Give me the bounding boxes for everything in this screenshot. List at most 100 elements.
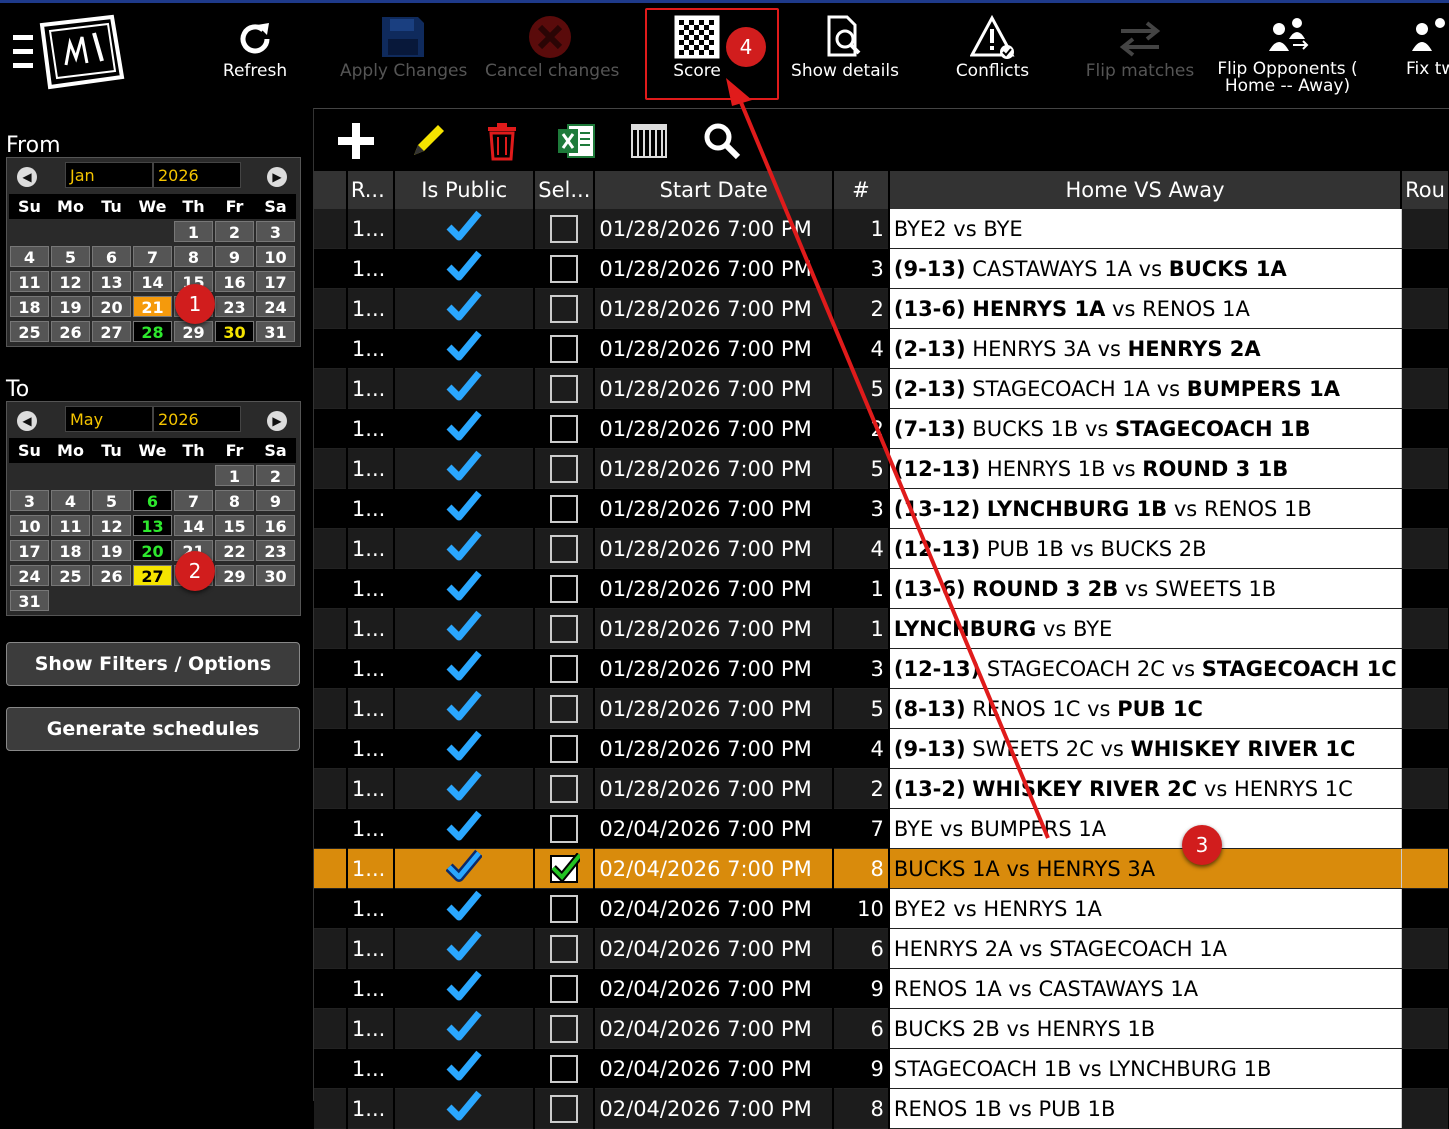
select-cell[interactable] <box>534 968 596 1009</box>
calendar-day[interactable]: 17 <box>256 271 295 292</box>
select-checkbox[interactable] <box>550 774 579 803</box>
home-vs-away-cell[interactable]: (13-6) HENRYS 1A vs RENOS 1A <box>888 288 1402 329</box>
select-checkbox[interactable] <box>550 814 579 843</box>
select-cell[interactable] <box>534 288 596 329</box>
table-row[interactable]: 1... 02/04/2026 7:00 PM 7 BYE vs BUMPERS 1A <box>314 808 1449 849</box>
select-checkbox[interactable] <box>550 574 579 603</box>
home-vs-away-cell[interactable]: (2-13) STAGECOACH 1A vs BUMPERS 1A <box>888 368 1402 409</box>
select-checkbox[interactable] <box>550 334 579 363</box>
column-header-is-public[interactable]: Is Public <box>394 171 536 209</box>
calendar-day[interactable]: 20 <box>133 540 172 561</box>
table-row[interactable]: 1... 01/28/2026 7:00 PM 5 (12-13) HENRYS 1B… <box>314 448 1449 489</box>
calendar-day[interactable]: 16 <box>256 515 295 536</box>
calendar-day[interactable]: 17 <box>10 540 49 561</box>
home-vs-away-cell[interactable]: STAGECOACH 1B vs LYNCHBURG 1B <box>888 1048 1402 1089</box>
calendar-day[interactable]: 2 <box>215 221 254 242</box>
home-vs-away-cell[interactable]: (12-13) STAGECOACH 2C vs STAGECOACH 1C <box>888 648 1402 689</box>
select-checkbox[interactable] <box>550 934 579 963</box>
add-icon[interactable] <box>334 119 378 163</box>
calendar-day[interactable]: 10 <box>10 515 49 536</box>
select-checkbox[interactable] <box>550 974 579 1003</box>
select-cell[interactable] <box>534 448 596 489</box>
is-public-cell[interactable] <box>394 808 536 849</box>
calendar-day[interactable]: 19 <box>51 296 90 317</box>
flip-matches-button[interactable]: Flip matches <box>1085 15 1195 105</box>
calendar-day[interactable]: 25 <box>51 565 90 586</box>
table-row[interactable]: 1... 02/04/2026 7:00 PM 8 RENOS 1B vs PUB 1… <box>314 1088 1449 1129</box>
apply-changes-button[interactable]: Apply Changes <box>340 15 467 105</box>
calendar-day[interactable]: 30 <box>215 321 254 342</box>
home-vs-away-cell[interactable]: LYNCHBURG vs BYE <box>888 608 1402 649</box>
home-vs-away-cell[interactable]: (7-13) BUCKS 1B vs STAGECOACH 1B <box>888 408 1402 449</box>
select-checkbox[interactable] <box>550 694 579 723</box>
select-cell[interactable] <box>534 728 596 769</box>
table-row[interactable]: 1... 02/04/2026 7:00 PM 6 BUCKS 2B vs HENRY… <box>314 1008 1449 1049</box>
home-vs-away-cell[interactable]: (8-13) RENOS 1C vs PUB 1C <box>888 688 1402 729</box>
table-row[interactable]: 1... 01/28/2026 7:00 PM 3 (13-12) LYNCHBURG… <box>314 488 1449 529</box>
calendar-day[interactable]: 1 <box>215 465 254 486</box>
select-cell[interactable] <box>534 808 596 849</box>
search-icon[interactable] <box>700 119 744 163</box>
select-cell[interactable] <box>534 328 596 369</box>
calendar-day[interactable]: 25 <box>10 321 49 342</box>
table-row[interactable]: 1... 01/28/2026 7:00 PM 1 LYNCHBURG vs BYE <box>314 608 1449 649</box>
calendar-day[interactable]: 8 <box>174 246 213 267</box>
calendar-day[interactable]: 4 <box>10 246 49 267</box>
is-public-cell[interactable] <box>394 688 536 729</box>
is-public-cell[interactable] <box>394 608 536 649</box>
is-public-cell[interactable] <box>394 488 536 529</box>
calendar-day[interactable]: 2 <box>256 465 295 486</box>
calendar-day[interactable]: 1 <box>174 221 213 242</box>
table-row[interactable]: 1... 02/04/2026 7:00 PM 9 RENOS 1A vs CASTA… <box>314 968 1449 1009</box>
is-public-cell[interactable] <box>394 1088 536 1129</box>
calendar-day[interactable]: 3 <box>10 490 49 511</box>
calendar-day[interactable]: 22 <box>215 540 254 561</box>
home-vs-away-cell[interactable]: BUCKS 1A vs HENRYS 3A <box>888 848 1402 889</box>
home-vs-away-cell[interactable]: (12-13) PUB 1B vs BUCKS 2B <box>888 528 1402 569</box>
calendar-day[interactable]: 7 <box>133 246 172 267</box>
calendar-day[interactable]: 9 <box>256 490 295 511</box>
select-cell[interactable] <box>534 1088 596 1129</box>
select-cell[interactable] <box>534 688 596 729</box>
select-cell[interactable] <box>534 209 596 249</box>
calendar-day[interactable]: 27 <box>92 321 131 342</box>
table-row[interactable]: 1... 01/28/2026 7:00 PM 4 (12-13) PUB 1B vs… <box>314 528 1449 569</box>
table-row[interactable]: 1... 01/28/2026 7:00 PM 2 (7-13) BUCKS 1B v… <box>314 408 1449 449</box>
select-checkbox[interactable] <box>550 494 579 523</box>
calendar-day[interactable]: 23 <box>256 540 295 561</box>
table-row[interactable]: 1... 02/04/2026 7:00 PM 10 BYE2 vs HENRYS 1… <box>314 888 1449 929</box>
is-public-cell[interactable] <box>394 288 536 329</box>
calendar-day[interactable]: 30 <box>256 565 295 586</box>
from-month-field[interactable]: Jan <box>65 162 153 188</box>
select-checkbox[interactable] <box>550 851 584 883</box>
delete-trash-icon[interactable] <box>480 119 524 163</box>
select-checkbox[interactable] <box>550 534 579 563</box>
select-checkbox[interactable] <box>550 214 579 243</box>
column-header-select[interactable]: Sel... <box>534 171 596 209</box>
calendar-day[interactable]: 28 <box>133 321 172 342</box>
is-public-cell[interactable] <box>394 1008 536 1049</box>
calendar-day[interactable]: 3 <box>256 221 295 242</box>
show-filters-button[interactable]: Show Filters / Options <box>6 642 300 686</box>
next-month-icon[interactable]: ▶ <box>267 411 287 431</box>
calendar-day[interactable]: 5 <box>92 490 131 511</box>
home-vs-away-cell[interactable]: BYE2 vs BYE <box>888 209 1402 249</box>
select-cell[interactable] <box>534 848 596 889</box>
is-public-cell[interactable] <box>394 1048 536 1089</box>
select-cell[interactable] <box>534 408 596 449</box>
select-checkbox[interactable] <box>550 454 579 483</box>
column-header-home-vs-away[interactable]: Home VS Away <box>888 171 1403 209</box>
home-vs-away-cell[interactable]: RENOS 1B vs PUB 1B <box>888 1088 1402 1129</box>
edit-pencil-icon[interactable] <box>406 119 450 163</box>
home-vs-away-cell[interactable]: (13-6) ROUND 3 2B vs SWEETS 1B <box>888 568 1402 609</box>
table-row[interactable]: 1... 01/28/2026 7:00 PM 2 (13-6) HENRYS 1A … <box>314 288 1449 329</box>
is-public-cell[interactable] <box>394 848 536 889</box>
calendar-day[interactable]: 31 <box>256 321 295 342</box>
table-row[interactable]: 1... 01/28/2026 7:00 PM 4 (2-13) HENRYS 3A … <box>314 328 1449 369</box>
calendar-day[interactable]: 13 <box>133 515 172 536</box>
columns-icon[interactable] <box>627 119 671 163</box>
from-year-field[interactable]: 2026 <box>153 162 241 188</box>
select-checkbox[interactable] <box>550 734 579 763</box>
home-vs-away-cell[interactable]: BYE vs BUMPERS 1A <box>888 808 1402 849</box>
generate-schedules-button[interactable]: Generate schedules <box>6 707 300 751</box>
